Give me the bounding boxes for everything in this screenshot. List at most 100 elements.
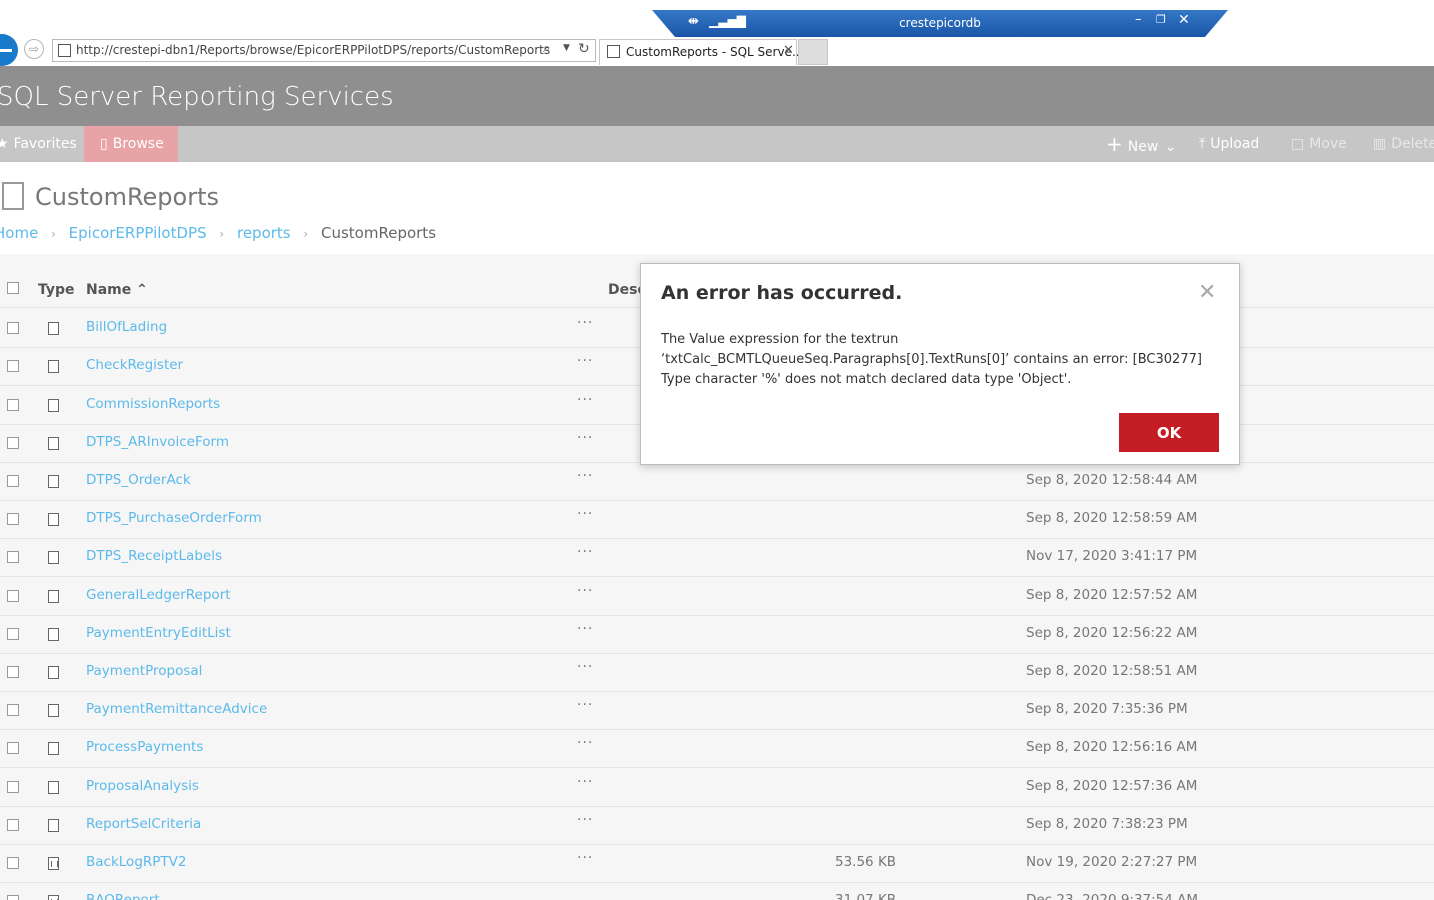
report-name-link[interactable]: PaymentEntryEditList	[86, 625, 231, 641]
browser-chrome: ⇨ http://crestepi-dbn1/Reports/browse/Ep…	[0, 0, 1434, 66]
table-row: PaymentEntryEditList ··· Sep 8, 2020 12:…	[0, 615, 1434, 654]
row-checkbox[interactable]	[7, 857, 19, 869]
report-name-link[interactable]: CommissionReports	[86, 396, 220, 412]
more-options-icon[interactable]: ···	[577, 774, 593, 790]
upload-button-label: Upload	[1210, 136, 1260, 152]
ok-button[interactable]: OK	[1119, 413, 1219, 452]
report-name-link[interactable]: PaymentRemittanceAdvice	[86, 701, 267, 717]
more-options-icon[interactable]: ···	[577, 506, 593, 522]
report-name-link[interactable]: CheckRegister	[86, 357, 183, 373]
upload-button[interactable]: ⤒ Upload	[1199, 126, 1259, 162]
delete-button-label: Delete	[1391, 136, 1434, 152]
table-row: ProcessPayments ··· Sep 8, 2020 12:56:16…	[0, 729, 1434, 768]
report-icon	[48, 360, 59, 373]
more-options-icon[interactable]: ···	[577, 392, 593, 408]
move-button[interactable]: □ Move	[1291, 126, 1347, 162]
report-icon	[48, 551, 59, 564]
back-button[interactable]	[0, 34, 18, 66]
move-icon: □	[1291, 136, 1305, 152]
row-checkbox[interactable]	[7, 475, 19, 487]
folder-icon	[2, 182, 24, 210]
report-name-link[interactable]: ReportSelCriteria	[86, 816, 201, 832]
report-name-link[interactable]: PaymentProposal	[86, 663, 202, 679]
table-row: BAQReport 31.07 KB Dec 23, 2020 9:37:54 …	[0, 882, 1434, 900]
row-checkbox[interactable]	[7, 360, 19, 372]
report-name-link[interactable]: DTPS_PurchaseOrderForm	[86, 510, 262, 526]
breadcrumb-reports[interactable]: reports	[237, 224, 291, 242]
chevron-down-icon: ⌄	[1164, 139, 1177, 155]
report-name-link[interactable]: DTPS_ARInvoiceForm	[86, 434, 229, 450]
select-all-checkbox[interactable]	[7, 282, 19, 294]
row-checkbox[interactable]	[7, 704, 19, 716]
report-icon	[48, 819, 59, 832]
row-checkbox[interactable]	[7, 742, 19, 754]
row-checkbox[interactable]	[7, 819, 19, 831]
tab-favicon-icon	[607, 45, 620, 58]
close-icon[interactable]: ✕	[1198, 280, 1216, 305]
more-options-icon[interactable]: ···	[577, 544, 593, 560]
row-checkbox[interactable]	[7, 399, 19, 411]
address-bar[interactable]: http://crestepi-dbn1/Reports/browse/Epic…	[52, 39, 596, 62]
more-options-icon[interactable]: ···	[577, 315, 593, 331]
breadcrumb-current: CustomReports	[321, 224, 437, 242]
report-icon	[48, 704, 59, 717]
more-options-icon[interactable]: ···	[577, 812, 593, 828]
row-checkbox[interactable]	[7, 590, 19, 602]
more-options-icon[interactable]: ···	[577, 659, 593, 675]
more-options-icon[interactable]: ···	[577, 697, 593, 713]
report-modified: Sep 8, 2020 7:38:23 PM	[1026, 816, 1188, 832]
row-checkbox[interactable]	[7, 781, 19, 793]
report-icon	[48, 628, 59, 641]
more-options-icon[interactable]: ···	[577, 621, 593, 637]
breadcrumb-epicorerppilotdps[interactable]: EpicorERPPilotDPS	[69, 224, 207, 242]
address-url[interactable]: http://crestepi-dbn1/Reports/browse/Epic…	[76, 43, 550, 57]
refresh-icon[interactable]: ↻	[578, 41, 590, 57]
dropdown-icon[interactable]: ▼	[563, 43, 570, 53]
report-name-link[interactable]: DTPS_OrderAck	[86, 472, 191, 488]
minimize-icon[interactable]: –	[1135, 12, 1142, 27]
restore-icon[interactable]: ❐	[1156, 13, 1166, 26]
new-button[interactable]: + New ⌄	[1106, 126, 1177, 162]
nav-browse[interactable]: ▯ Browse	[84, 126, 178, 162]
row-checkbox[interactable]	[7, 322, 19, 334]
nav-favorites[interactable]: ★ Favorites	[0, 126, 77, 162]
report-name-link[interactable]: GeneralLedgerReport	[86, 587, 231, 603]
move-button-label: Move	[1309, 136, 1347, 152]
more-options-icon[interactable]: ···	[577, 583, 593, 599]
report-icon	[48, 781, 59, 794]
report-name-link[interactable]: BAQReport	[86, 892, 160, 900]
more-options-icon[interactable]: ···	[577, 430, 593, 446]
report-name-link[interactable]: DTPS_ReceiptLabels	[86, 548, 222, 564]
tab-close-icon[interactable]: ✕	[783, 43, 794, 58]
row-checkbox[interactable]	[7, 666, 19, 678]
more-options-icon[interactable]: ···	[577, 735, 593, 751]
breadcrumb-home[interactable]: Home	[0, 224, 38, 242]
row-checkbox[interactable]	[7, 551, 19, 563]
column-name[interactable]: Name ⌃	[86, 282, 148, 298]
report-name-link[interactable]: BillOfLading	[86, 319, 167, 335]
forward-button[interactable]: ⇨	[24, 39, 44, 59]
column-type[interactable]: Type	[38, 282, 75, 298]
row-checkbox[interactable]	[7, 437, 19, 449]
search-icon[interactable]: ⌕	[543, 41, 550, 56]
table-row: PaymentProposal ··· Sep 8, 2020 12:58:51…	[0, 653, 1434, 692]
report-name-link[interactable]: BackLogRPTV2	[86, 854, 186, 870]
close-icon[interactable]: ✕	[1178, 12, 1190, 28]
more-options-icon[interactable]: ···	[577, 468, 593, 484]
browser-tab-active[interactable]: CustomReports - SQL Serve... ✕	[599, 39, 803, 65]
new-tab-button[interactable]	[798, 39, 828, 65]
report-modified: Sep 8, 2020 7:35:36 PM	[1026, 701, 1188, 717]
table-row: DTPS_OrderAck ··· Sep 8, 2020 12:58:44 A…	[0, 462, 1434, 501]
page-icon: ▯	[100, 136, 108, 152]
page-title: CustomReports	[35, 183, 220, 211]
row-checkbox[interactable]	[7, 628, 19, 640]
report-name-link[interactable]: ProposalAnalysis	[86, 778, 199, 794]
row-checkbox[interactable]	[7, 513, 19, 525]
more-options-icon[interactable]: ···	[577, 850, 593, 866]
more-options-icon[interactable]: ···	[577, 353, 593, 369]
report-name-link[interactable]: ProcessPayments	[86, 739, 203, 755]
row-checkbox[interactable]	[7, 895, 19, 900]
delete-button[interactable]: ▥ Delete	[1373, 126, 1434, 162]
report-size: 31.07 KB	[835, 892, 897, 900]
breadcrumb-separator-icon: ›	[51, 227, 56, 241]
